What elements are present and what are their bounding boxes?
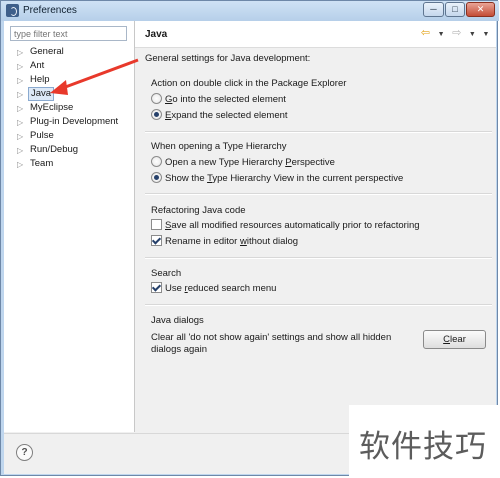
- annotation-arrow-shaft: [59, 58, 139, 91]
- annotation-arrow-head: [50, 80, 68, 95]
- annotation-arrow: [50, 58, 139, 95]
